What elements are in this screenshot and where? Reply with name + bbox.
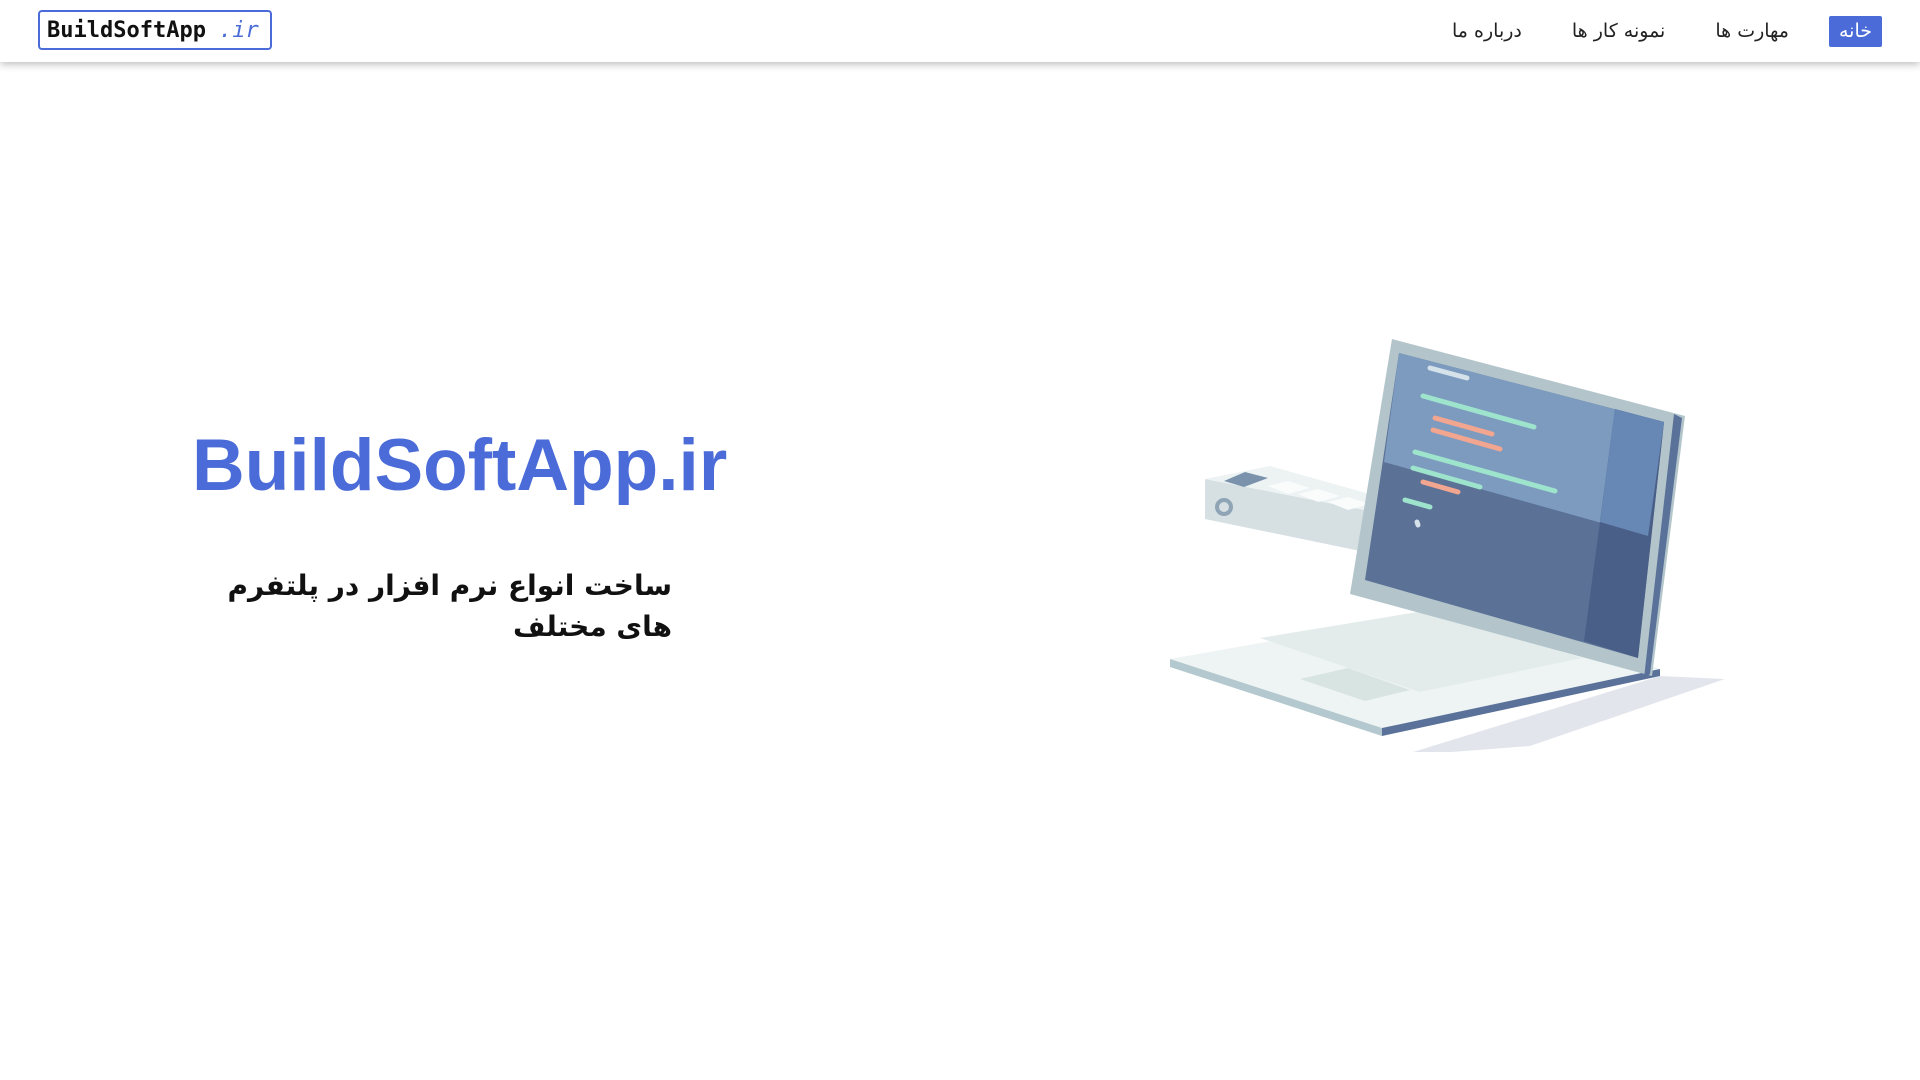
- hero-title: BuildSoftApp.ir: [192, 425, 728, 506]
- logo-text: BuildSoftApp: [47, 17, 206, 43]
- nav-item-skills[interactable]: مهارت ها: [1705, 16, 1799, 47]
- navbar: BuildSoftApp .ir خانه مهارت ها نمونه کار…: [0, 0, 1920, 62]
- nav-item-home[interactable]: خانه: [1828, 16, 1882, 47]
- nav-item-portfolio[interactable]: نمونه کار ها: [1562, 16, 1675, 47]
- hero-subtitle: ساخت انواع نرم افزار در پلتفرم های مختلف: [227, 569, 672, 643]
- logo-domain-suffix: .ir: [218, 17, 259, 43]
- laptop-code-illustration: [1170, 339, 1725, 752]
- nav-item-about[interactable]: درباره ما: [1442, 16, 1532, 47]
- site-logo[interactable]: BuildSoftApp .ir: [38, 10, 272, 50]
- main-nav: خانه مهارت ها نمونه کار ها درباره ما: [1442, 16, 1882, 47]
